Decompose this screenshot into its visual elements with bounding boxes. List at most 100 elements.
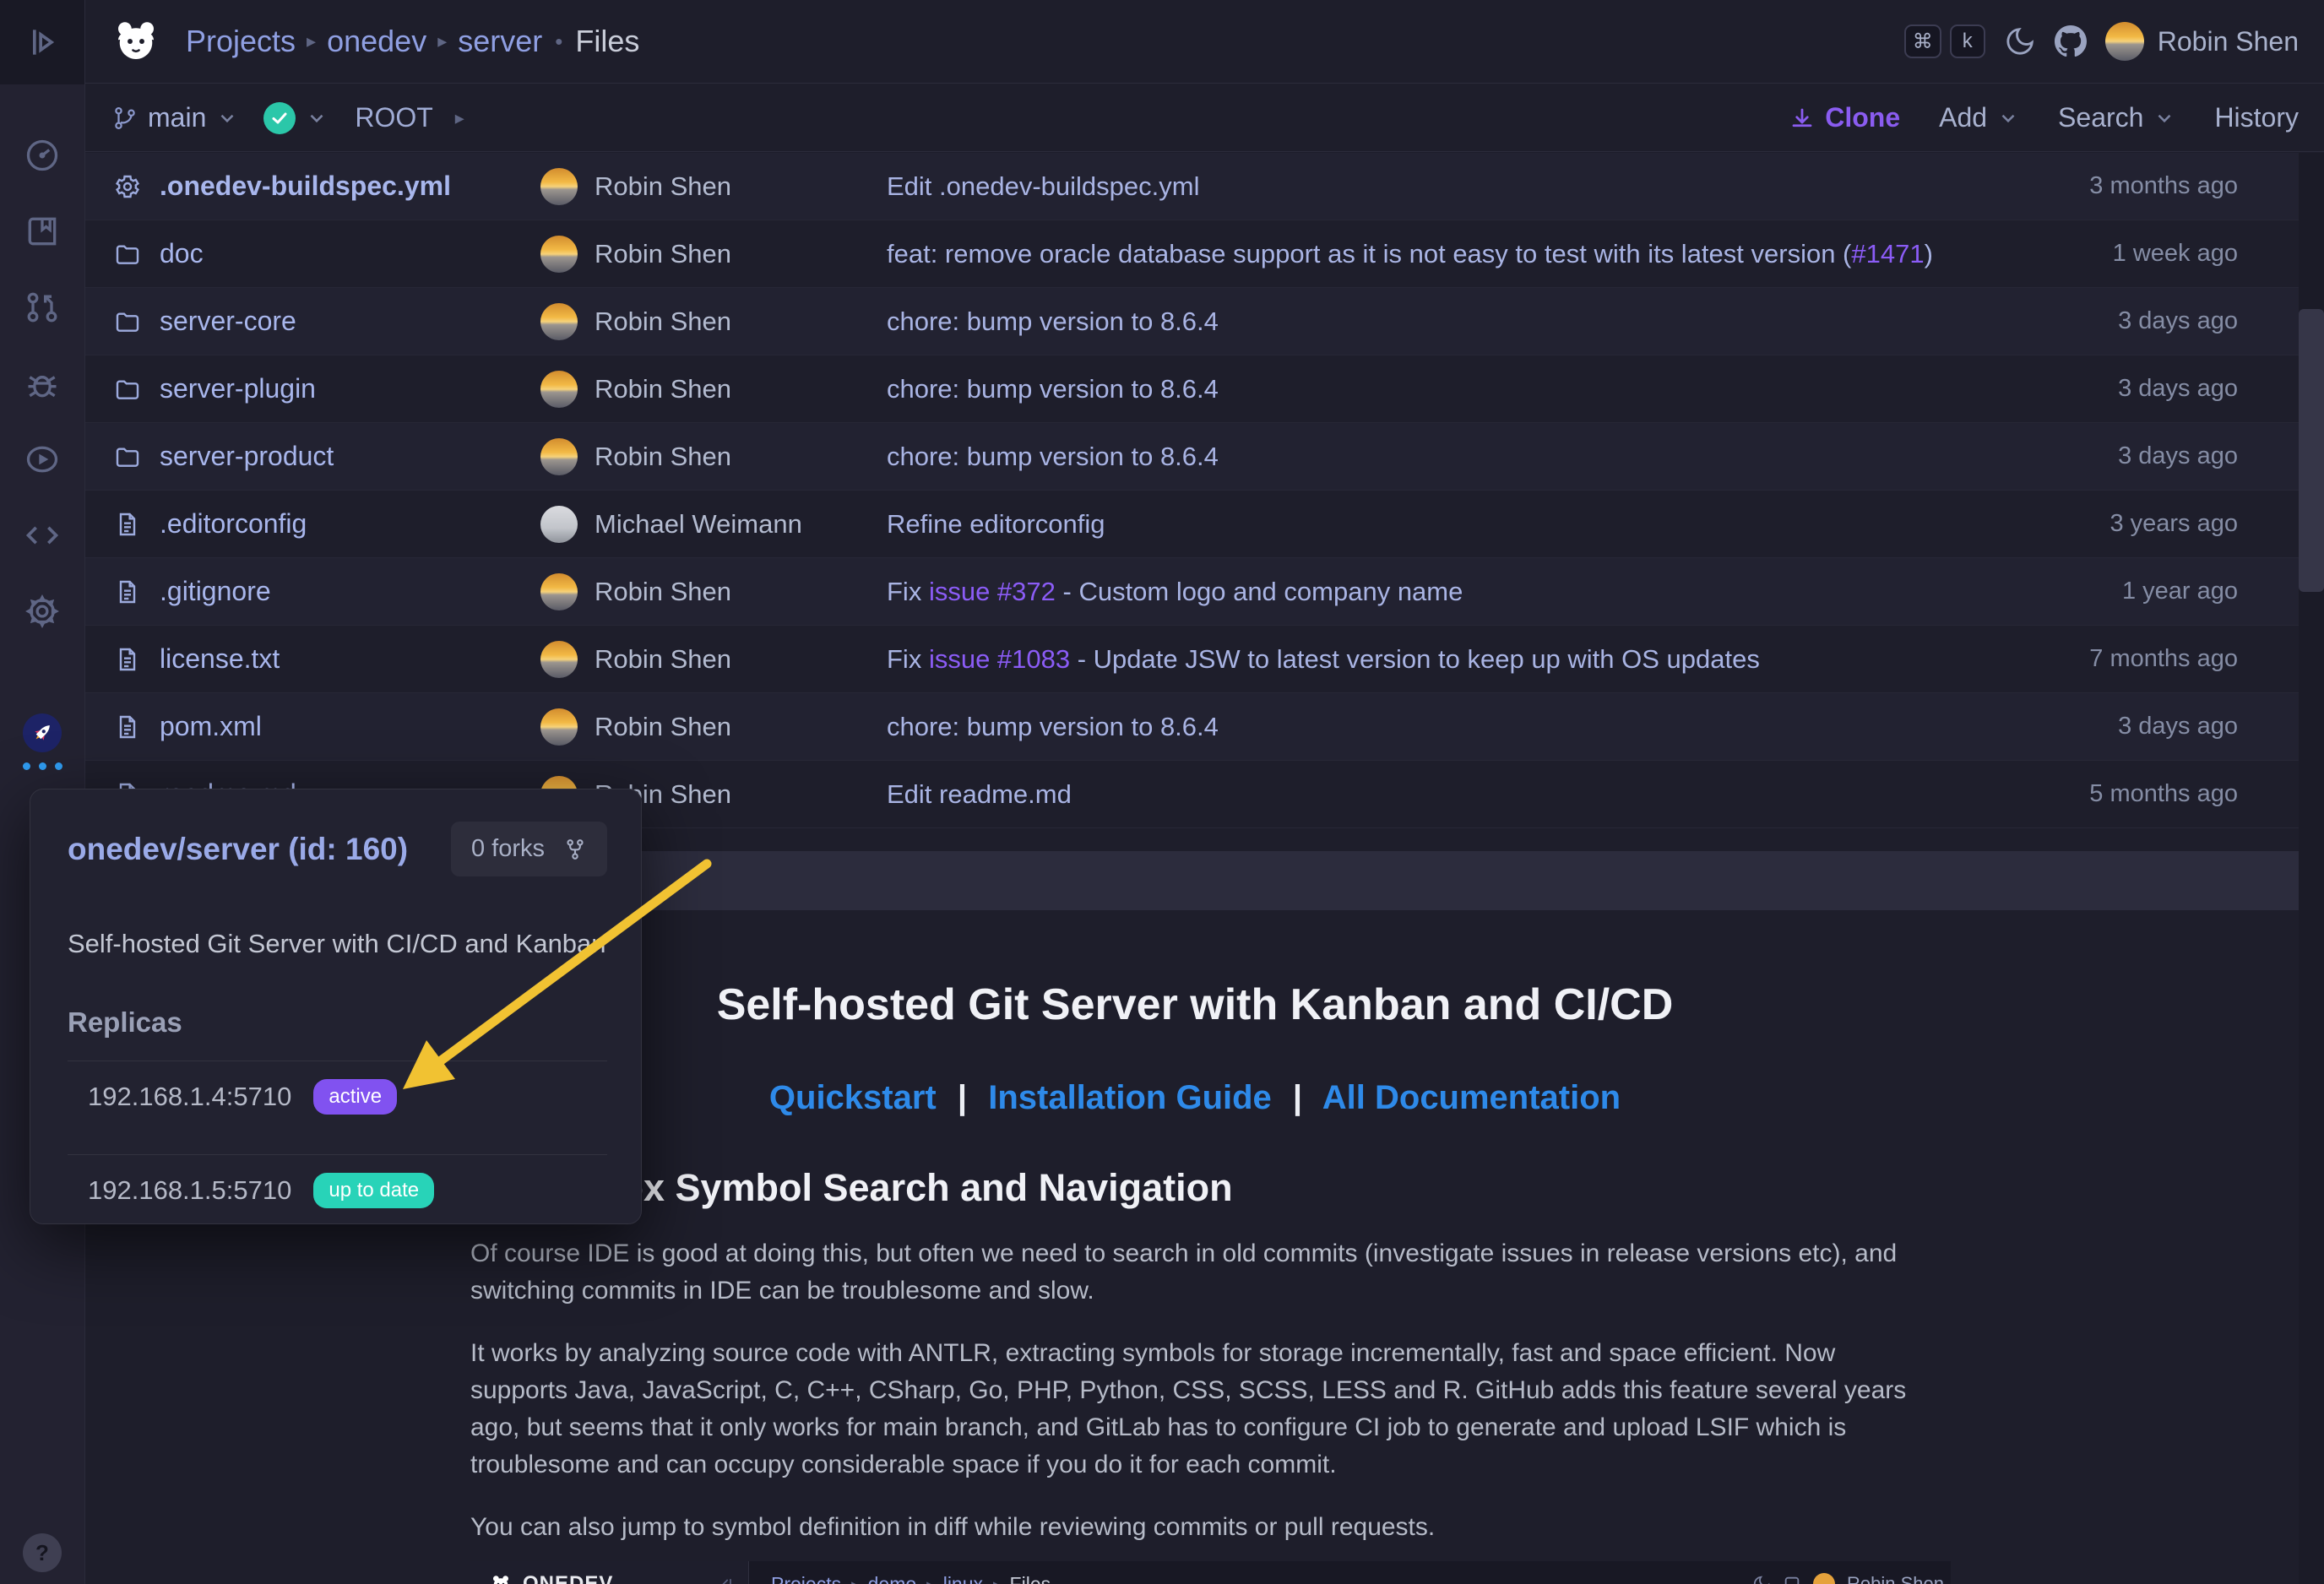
add-button[interactable]: Add <box>1939 102 2019 133</box>
commit-message[interactable]: Refine editorconfig <box>887 509 1105 539</box>
file-name[interactable]: .onedev-buildspec.yml <box>160 171 451 202</box>
loading-dots-icon <box>23 762 62 770</box>
author-name[interactable]: Robin Shen <box>595 712 731 742</box>
breadcrumb-repo-server[interactable]: server <box>458 24 542 59</box>
agent-status[interactable] <box>0 713 84 770</box>
user-menu[interactable]: Robin Shen <box>2105 22 2299 61</box>
author-name[interactable]: Robin Shen <box>595 239 731 269</box>
builds-icon[interactable] <box>24 441 61 478</box>
pull-request-icon[interactable] <box>24 289 61 326</box>
table-row[interactable]: license.txt Robin Shen Fix issue #1083 -… <box>84 626 2299 693</box>
breadcrumb-projects[interactable]: Projects <box>186 24 296 59</box>
folder-name[interactable]: server-core <box>160 306 296 337</box>
file-name[interactable]: .gitignore <box>160 576 271 607</box>
author-name[interactable]: Robin Shen <box>595 171 731 202</box>
forks-count: 0 forks <box>471 835 545 863</box>
replica-row: 192.168.1.5:5710 up to date <box>68 1155 607 1226</box>
table-row[interactable]: .gitignore Robin Shen Fix issue #372 - C… <box>84 558 2299 626</box>
breadcrumb: Projects ▸ onedev ▸ server • Files <box>178 24 639 59</box>
clone-label: Clone <box>1825 102 1900 133</box>
folder-name[interactable]: server-product <box>160 441 334 472</box>
file-name[interactable]: pom.xml <box>160 711 262 742</box>
author-name[interactable]: Michael Weimann <box>595 509 802 540</box>
table-row[interactable]: .editorconfig Michael Weimann Refine edi… <box>84 491 2299 558</box>
branch-name: main <box>148 102 206 133</box>
folder-icon <box>114 241 141 268</box>
github-icon[interactable] <box>2055 25 2087 57</box>
avatar <box>1813 1573 1835 1584</box>
forks-button[interactable]: 0 forks <box>451 822 607 876</box>
author-name[interactable]: Robin Shen <box>595 306 731 337</box>
table-row[interactable]: pom.xml Robin Shen chore: bump version t… <box>84 693 2299 761</box>
avatar <box>540 573 578 610</box>
table-row[interactable]: server-core Robin Shen chore: bump versi… <box>84 288 2299 355</box>
chevron-right-icon: ▸ <box>307 30 316 52</box>
search-button[interactable]: Search <box>2058 102 2175 133</box>
embedded-brand-box: ONEDEV <box>470 1561 749 1584</box>
chevron-right-icon: ▸ <box>926 1576 933 1584</box>
readme-embedded-screenshot: ONEDEV Projects ▸ demo ▸ linux ▸ Files R… <box>470 1561 1951 1584</box>
commit-message[interactable]: chore: bump version to 8.6.4 <box>887 442 1219 471</box>
onedev-logo-icon[interactable] <box>112 18 160 65</box>
cmd-key-badge: ⌘ <box>1904 24 1941 58</box>
folder-icon <box>114 443 141 470</box>
k-key-badge: k <box>1950 24 1985 58</box>
avatar <box>540 303 578 340</box>
popup-project-title: onedev/server (id: 160) <box>68 832 408 867</box>
author-name[interactable]: Robin Shen <box>595 577 731 607</box>
clone-button[interactable]: Clone <box>1789 102 1900 133</box>
github-icon <box>1783 1575 1801 1584</box>
embedded-user-name: Robin Shen <box>1847 1573 1944 1584</box>
commit-message[interactable]: Edit .onedev-buildspec.yml <box>887 171 1199 201</box>
table-row[interactable]: server-product Robin Shen chore: bump ve… <box>84 423 2299 491</box>
code-icon[interactable] <box>24 517 61 554</box>
folder-icon <box>114 308 141 335</box>
dashboard-icon[interactable] <box>24 137 61 174</box>
build-status-selector[interactable] <box>250 102 328 134</box>
table-row[interactable]: .onedev-buildspec.yml Robin Shen Edit .o… <box>84 153 2299 220</box>
commit-time: 1 week ago <box>2045 240 2299 268</box>
settings-gear-icon[interactable] <box>24 593 61 630</box>
onedev-logo-icon <box>491 1574 511 1584</box>
path-root-link[interactable]: ROOT <box>355 102 432 133</box>
status-badge: up to date <box>313 1173 434 1208</box>
breadcrumb-project-onedev[interactable]: onedev <box>327 24 426 59</box>
file-name[interactable]: license.txt <box>160 643 280 675</box>
pr-link[interactable]: #1471 <box>1851 239 1924 269</box>
onedev-app: ? Projects ▸ onedev ▸ server • Files ⌘ k <box>0 0 2324 1584</box>
quickstart-link[interactable]: Quickstart <box>769 1079 937 1116</box>
author-name[interactable]: Robin Shen <box>595 644 731 675</box>
commit-message[interactable]: chore: bump version to 8.6.4 <box>887 306 1219 336</box>
author-name[interactable]: Robin Shen <box>595 442 731 472</box>
commit-message[interactable]: Edit readme.md <box>887 779 1072 809</box>
table-row[interactable]: server-plugin Robin Shen chore: bump ver… <box>84 355 2299 423</box>
commit-message[interactable]: chore: bump version to 8.6.4 <box>887 712 1219 741</box>
issue-link[interactable]: issue #1083 <box>929 644 1070 674</box>
issue-link[interactable]: issue #372 <box>929 577 1056 606</box>
commit-message[interactable]: Fix <box>887 644 929 674</box>
commit-message[interactable]: feat: remove oracle database support as … <box>887 239 1851 269</box>
folder-name[interactable]: doc <box>160 238 204 269</box>
bug-icon[interactable] <box>24 365 61 402</box>
commit-message[interactable]: Fix <box>887 577 929 606</box>
author-name[interactable]: Robin Shen <box>595 374 731 404</box>
commit-message[interactable]: chore: bump version to 8.6.4 <box>887 374 1219 404</box>
chevron-right-icon: ▸ <box>993 1576 1000 1584</box>
collapse-icon <box>24 24 61 61</box>
docs-icon[interactable] <box>24 213 61 250</box>
top-header: Projects ▸ onedev ▸ server • Files ⌘ k R… <box>84 0 2324 84</box>
installation-guide-link[interactable]: Installation Guide <box>988 1079 1272 1116</box>
dark-mode-moon-icon[interactable] <box>2004 25 2036 57</box>
all-documentation-link[interactable]: All Documentation <box>1322 1079 1621 1116</box>
table-row[interactable]: doc Robin Shen feat: remove oracle datab… <box>84 220 2299 288</box>
file-name[interactable]: .editorconfig <box>160 508 307 540</box>
branch-selector[interactable]: main <box>112 102 238 133</box>
embedded-crumb: demo <box>868 1573 917 1584</box>
history-button[interactable]: History <box>2214 102 2299 133</box>
folder-name[interactable]: server-plugin <box>160 373 316 404</box>
sidebar-collapse-button[interactable] <box>0 0 84 84</box>
scrollbar-thumb[interactable] <box>2299 309 2324 592</box>
popup-project-description: Self-hosted Git Server with CI/CD and Ka… <box>68 929 607 959</box>
help-button[interactable]: ? <box>23 1533 62 1572</box>
scrollbar-track[interactable] <box>2299 153 2324 1584</box>
